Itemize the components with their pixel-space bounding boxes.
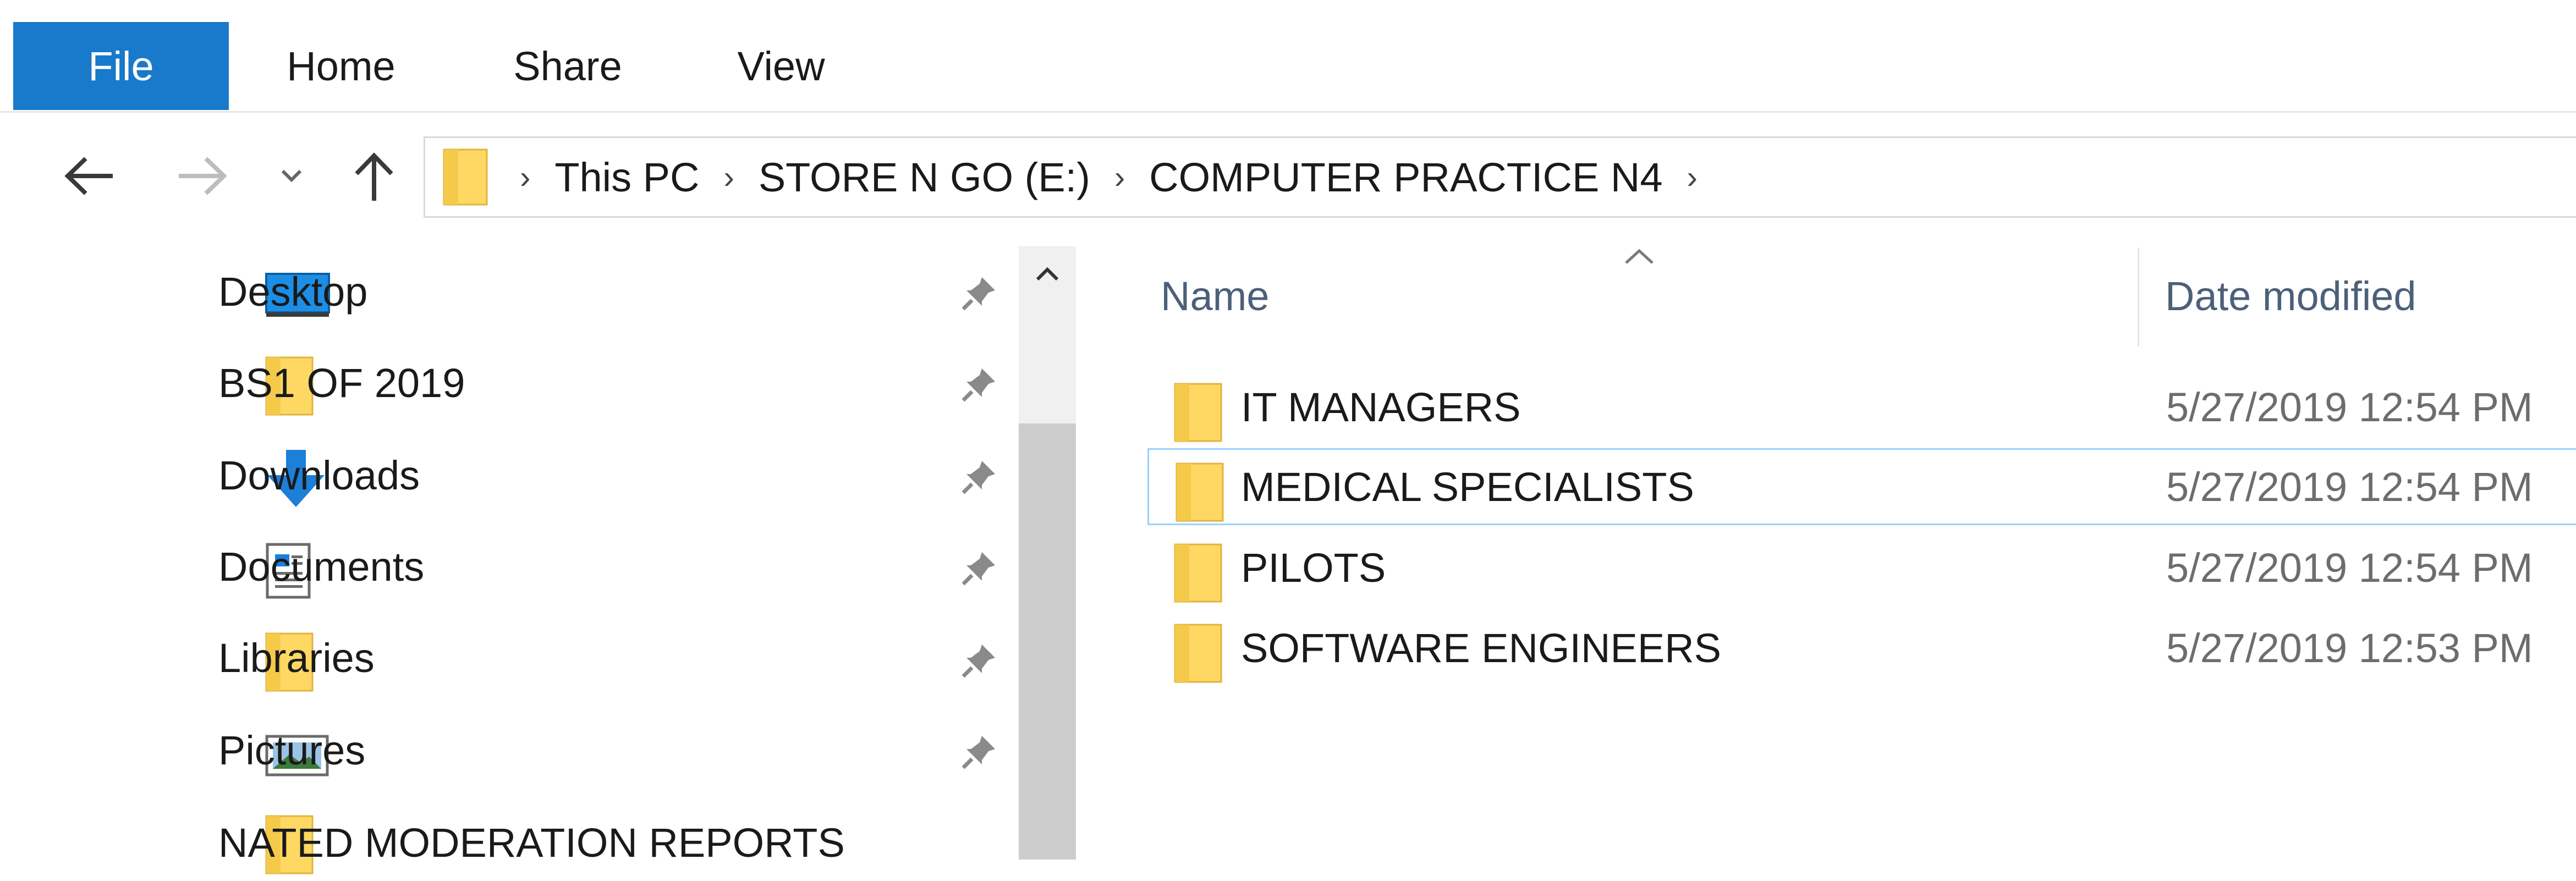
pin-icon[interactable] [960, 549, 998, 587]
sidebar-item-label: NATED MODERATION REPORTS [218, 820, 845, 866]
sidebar-item-label: Documents [218, 544, 425, 590]
file-row[interactable]: IT MANAGERS 5/27/2019 12:54 PM [1147, 368, 2576, 445]
up-button[interactable] [341, 143, 407, 209]
folder-icon [443, 148, 488, 206]
file-name: MEDICAL SPECIALISTS [1241, 464, 1694, 510]
sidebar-item-label: BS1 OF 2019 [218, 360, 465, 406]
folder-icon [1176, 462, 1224, 522]
recent-locations-button[interactable] [275, 143, 308, 209]
breadcrumb-this-pc[interactable]: This PC [554, 154, 699, 201]
pin-icon[interactable] [960, 641, 998, 680]
breadcrumb-separator: › [1114, 159, 1125, 195]
pin-icon[interactable] [960, 274, 998, 312]
breadcrumb-drive[interactable]: STORE N GO (E:) [759, 154, 1090, 201]
scrollbar-thumb[interactable] [1019, 423, 1076, 860]
breadcrumb-current-folder[interactable]: COMPUTER PRACTICE N4 [1149, 154, 1662, 201]
scroll-up-button[interactable] [1019, 246, 1076, 301]
tab-home[interactable]: Home [275, 22, 407, 110]
column-header-name[interactable]: Name [1161, 246, 1269, 345]
pin-icon[interactable] [960, 458, 998, 496]
sidebar-item-label: Libraries [218, 635, 375, 681]
file-row[interactable]: PILOTS 5/27/2019 12:54 PM [1147, 529, 2576, 606]
file-name: SOFTWARE ENGINEERS [1241, 625, 1722, 671]
column-divider[interactable] [2138, 247, 2139, 346]
file-row[interactable]: MEDICAL SPECIALISTS 5/27/2019 12:54 PM [1147, 448, 2576, 525]
sort-ascending-icon [1625, 249, 1654, 264]
breadcrumb-separator: › [723, 159, 734, 195]
sidebar-item-label: Pictures [218, 728, 366, 773]
file-date-modified: 5/27/2019 12:54 PM [2166, 544, 2533, 591]
column-header-date-modified[interactable]: Date modified [2165, 246, 2416, 345]
breadcrumb-separator: › [520, 159, 531, 195]
folder-icon [1174, 624, 1222, 683]
pin-icon[interactable] [960, 365, 998, 404]
file-date-modified: 5/27/2019 12:54 PM [2166, 464, 2533, 510]
sidebar-item-label: Desktop [218, 269, 368, 315]
folder-icon [1174, 543, 1222, 603]
back-arrow-icon [64, 157, 113, 195]
file-date-modified: 5/27/2019 12:54 PM [2166, 384, 2533, 430]
breadcrumb-separator: › [1687, 159, 1698, 195]
tab-file[interactable]: File [13, 22, 229, 110]
forward-button[interactable] [171, 143, 237, 209]
chevron-down-icon [281, 169, 302, 183]
up-arrow-icon [355, 152, 393, 201]
address-bar[interactable]: › This PC › STORE N GO (E:) › COMPUTER P… [424, 136, 2576, 218]
file-row[interactable]: SOFTWARE ENGINEERS 5/27/2019 12:53 PM [1147, 609, 2576, 686]
tab-share[interactable]: Share [502, 22, 634, 110]
sidebar-item-label: Downloads [218, 453, 420, 498]
back-button[interactable] [55, 143, 121, 209]
forward-arrow-icon [179, 157, 227, 195]
file-date-modified: 5/27/2019 12:53 PM [2166, 625, 2533, 671]
pin-icon[interactable] [960, 733, 998, 771]
file-name: IT MANAGERS [1241, 384, 1521, 430]
tab-view[interactable]: View [721, 22, 842, 110]
chevron-up-icon [1036, 267, 1059, 281]
folder-icon [1174, 383, 1222, 442]
file-name: PILOTS [1241, 544, 1386, 591]
